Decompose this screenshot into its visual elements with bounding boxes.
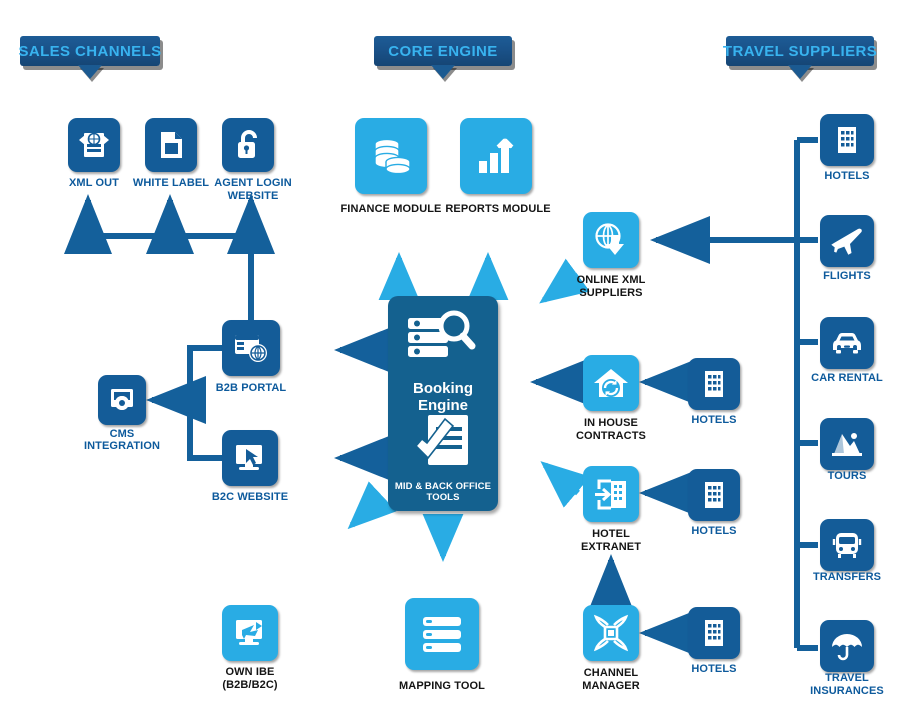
coins-stack-icon — [374, 138, 411, 175]
node-hotels-in-house[interactable] — [688, 358, 740, 410]
node-supplier-flights[interactable] — [820, 215, 874, 267]
node-channel-manager[interactable] — [583, 605, 639, 661]
label-hotels-in-house: HOTELS — [691, 414, 737, 426]
label-b2c-website: B2C WEBSITE — [211, 491, 289, 503]
bar-chart-arrow-icon — [479, 138, 514, 173]
banner-label: SALES CHANNELS — [18, 42, 162, 60]
node-xml-out[interactable] — [68, 118, 120, 172]
xml-document-icon — [79, 132, 109, 157]
label-hotels-channel: HOTELS — [691, 663, 737, 675]
label-hotels-extranet: HOTELS — [691, 525, 737, 537]
banner-tail — [788, 65, 812, 79]
node-in-house-contracts[interactable] — [583, 355, 639, 411]
node-agent-login-website[interactable] — [222, 118, 274, 172]
banner-label: CORE ENGINE — [388, 42, 498, 60]
node-hotels-extranet[interactable] — [688, 469, 740, 521]
list-rows-icon — [423, 617, 461, 652]
sales-channel-trunk — [64, 194, 275, 320]
house-refresh-icon — [594, 369, 628, 397]
label-supplier-flights: FLIGHTS — [823, 270, 871, 282]
node-supplier-car-rental[interactable] — [820, 317, 874, 369]
monitor-cursor-icon — [236, 445, 262, 470]
panel-footer: MID & BACK OFFICE TOOLS — [394, 481, 492, 503]
banner-travel-suppliers: TRAVEL SUPPLIERS — [722, 36, 878, 79]
node-b2b-portal[interactable] — [222, 320, 280, 376]
document-check-icon — [414, 415, 468, 465]
label-agent-login-website: AGENT LOGIN WEBSITE — [214, 177, 292, 202]
cms-gear-icon — [111, 389, 133, 410]
label-supplier-travel-insurances: TRAVEL INSURANCES — [810, 672, 884, 697]
hotel-building-icon — [705, 620, 723, 646]
umbrella-icon — [832, 634, 862, 661]
label-online-xml-suppliers: ONLINE XML SUPPLIERS — [576, 274, 646, 299]
label-mapping-tool: MAPPING TOOL — [399, 680, 485, 692]
node-own-ibe[interactable] — [222, 605, 278, 661]
padlock-icon — [238, 130, 257, 158]
building-login-icon — [595, 479, 626, 510]
banner-tail — [78, 65, 102, 79]
server-search-icon — [408, 310, 476, 357]
node-cms-integration[interactable] — [98, 375, 146, 425]
diagram-canvas: SALES CHANNELS CORE ENGINE TRAVEL SUPPLI… — [0, 0, 900, 727]
tour-landscape-icon — [832, 433, 862, 456]
hotel-building-icon — [705, 371, 723, 397]
page-icon — [161, 132, 182, 158]
node-mapping-tool[interactable] — [405, 598, 479, 670]
arrow-extranet-to-engine — [540, 461, 591, 508]
label-channel-manager: CHANNEL MANAGER — [582, 667, 640, 692]
node-reports-module[interactable] — [460, 118, 532, 194]
browser-globe-icon — [235, 335, 267, 362]
node-finance-module[interactable] — [355, 118, 427, 194]
banner-label: TRAVEL SUPPLIERS — [722, 42, 878, 60]
panel-title: Booking Engine — [413, 380, 473, 414]
label-b2b-portal: B2B PORTAL — [215, 382, 287, 394]
node-hotel-extranet[interactable] — [583, 466, 639, 522]
label-supplier-hotels: HOTELS — [824, 170, 870, 182]
label-hotel-extranet: HOTEL EXTRANET — [580, 528, 642, 553]
node-b2c-website[interactable] — [222, 430, 278, 486]
bus-icon — [832, 533, 862, 558]
airplane-icon — [831, 228, 862, 255]
label-own-ibe: OWN IBE (B2B/B2C) — [222, 666, 278, 691]
banner-sales-channels: SALES CHANNELS — [18, 36, 162, 79]
node-supplier-hotels[interactable] — [820, 114, 874, 166]
arrow-engine-to-own-ibe — [347, 481, 397, 530]
label-supplier-transfers: TRANSFERS — [812, 571, 882, 583]
label-cms-integration: CMS INTEGRATION — [83, 428, 161, 452]
monitor-plane-icon — [236, 620, 262, 645]
label-in-house-contracts: IN HOUSE CONTRACTS — [576, 417, 646, 442]
label-supplier-tours: TOURS — [827, 470, 867, 482]
hotel-building-icon — [705, 482, 723, 508]
node-supplier-travel-insurances[interactable] — [820, 620, 874, 672]
channel-network-icon — [593, 614, 629, 652]
banner-tail — [431, 65, 455, 79]
car-icon — [833, 333, 861, 354]
node-booking-engine-panel[interactable]: Booking Engine MID & BACK OFFICE TOOLS — [388, 296, 498, 511]
node-supplier-transfers[interactable] — [820, 519, 874, 571]
node-supplier-tours[interactable] — [820, 418, 874, 470]
label-reports-module: REPORTS MODULE — [445, 203, 551, 215]
node-hotels-channel[interactable] — [688, 607, 740, 659]
label-finance-module: FINANCE MODULE — [340, 203, 442, 215]
banner-core-engine: CORE ENGINE — [374, 36, 512, 79]
globe-download-icon — [595, 223, 624, 255]
node-online-xml-suppliers[interactable] — [583, 212, 639, 268]
label-supplier-car-rental: CAR RENTAL — [811, 372, 883, 384]
hotel-building-icon — [838, 127, 856, 153]
node-white-label[interactable] — [145, 118, 197, 172]
